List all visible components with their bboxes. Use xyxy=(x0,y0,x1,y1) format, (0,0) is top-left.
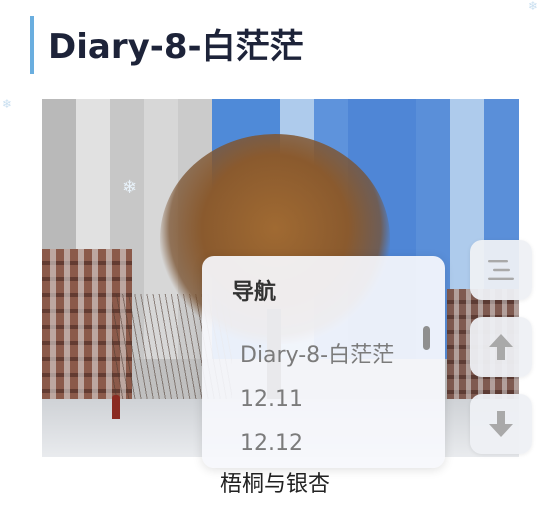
photo-caption: 梧桐与银杏 xyxy=(220,472,331,497)
navigation-panel: 导航 Diary-8-白茫茫 12.11 12.12 xyxy=(202,256,445,468)
menu-lines-icon xyxy=(488,260,514,280)
title-accent-bar xyxy=(30,16,34,74)
navigation-list: Diary-8-白茫茫 12.11 12.12 xyxy=(240,334,394,466)
snowflake-icon: ❄ xyxy=(122,177,138,198)
arrow-down-icon xyxy=(489,411,513,437)
toc-menu-button[interactable] xyxy=(470,240,532,300)
snowflake-icon: ❄ xyxy=(2,97,13,111)
arrow-up-icon xyxy=(489,334,513,360)
snowflake-icon: ❄ xyxy=(528,0,539,13)
navigation-heading: 导航 xyxy=(232,280,277,305)
navigation-scrollbar[interactable] xyxy=(423,326,430,350)
scroll-to-top-button[interactable] xyxy=(470,317,532,377)
nav-item-12-12[interactable]: 12.12 xyxy=(240,422,394,466)
scroll-to-bottom-button[interactable] xyxy=(470,394,532,454)
nav-item-12-11[interactable]: 12.11 xyxy=(240,378,394,422)
photo-person xyxy=(112,395,120,419)
post-title: Diary-8-白茫茫 xyxy=(48,27,304,67)
nav-item-diary-8[interactable]: Diary-8-白茫茫 xyxy=(240,334,394,378)
